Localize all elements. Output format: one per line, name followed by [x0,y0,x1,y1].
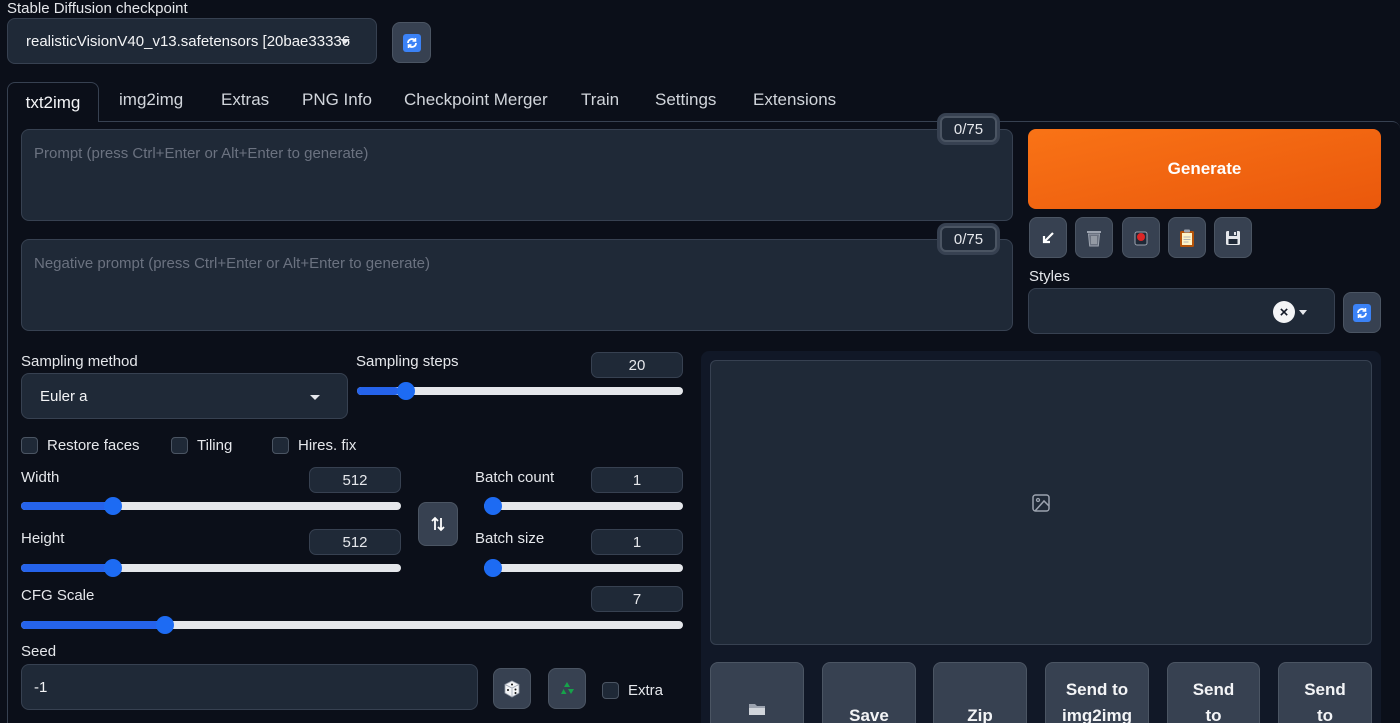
slider-fill [21,564,109,572]
clear-prompt-button[interactable] [1075,217,1113,258]
seed-label: Seed [21,643,57,660]
tab-extras[interactable]: Extras [221,90,269,110]
clipboard-icon [1180,229,1194,247]
checkpoint-refresh-button[interactable] [392,22,431,63]
slider-thumb[interactable] [397,382,416,400]
show-extra-networks-button[interactable] [1122,217,1160,258]
batch-size-label: Batch size [475,530,545,547]
random-seed-button[interactable] [493,668,531,709]
tab-settings[interactable]: Settings [655,90,716,110]
hires-fix-label: Hires. fix [298,437,357,454]
slider-fill [21,621,161,629]
open-folder-button[interactable] [710,662,804,723]
send-to-extras-button[interactable]: Send to [1278,662,1372,723]
height-label: Height [21,530,65,547]
batch-count-label: Batch count [475,469,555,486]
apply-styles-button[interactable] [1168,217,1206,258]
prompt-token-counter: 0/75 [940,116,997,142]
extra-seed-label: Extra [628,682,664,699]
restore-faces-label: Restore faces [47,437,140,454]
tab-txt2img[interactable]: txt2img [7,82,99,122]
dice-icon [504,680,520,697]
styles-refresh-button[interactable] [1343,292,1381,333]
slider-fill [357,387,400,395]
seed-input[interactable]: -1 [21,664,478,710]
tab-png-info[interactable]: PNG Info [302,90,372,110]
tab-extensions[interactable]: Extensions [753,90,836,110]
prompt-placeholder: Prompt (press Ctrl+Enter or Alt+Enter to… [34,145,369,162]
send-to-inpaint-button[interactable]: Send to [1167,662,1260,723]
seed-value: -1 [34,678,48,696]
chevron-down-icon [310,395,320,400]
tiling-label: Tiling [197,437,233,454]
zip-button[interactable]: Zip [933,662,1027,723]
sampling-steps-input[interactable]: 20 [591,352,683,378]
batch-size-slider[interactable] [484,559,683,577]
styles-dropdown[interactable]: × [1028,288,1335,334]
cfg-scale-slider[interactable] [21,616,683,634]
read-params-button[interactable] [1029,217,1067,258]
image-placeholder-icon [1032,493,1050,512]
cfg-scale-input[interactable]: 7 [591,586,683,612]
tiling-checkbox[interactable] [171,437,188,454]
batch-size-input[interactable]: 1 [591,529,683,555]
checkpoint-label: Stable Diffusion checkpoint [7,0,188,17]
reuse-seed-button[interactable] [548,668,586,709]
width-input[interactable]: 512 [309,467,401,493]
floppy-disk-icon [1226,230,1240,245]
restore-faces-checkbox[interactable] [21,437,38,454]
styles-label: Styles [1029,268,1070,285]
sampling-method-value: Euler a [40,387,88,405]
sampling-method-dropdown[interactable]: Euler a [21,373,348,419]
checkpoint-dropdown[interactable]: realisticVisionV40_v13.safetensors [20ba… [7,18,377,64]
checkpoint-value: realisticVisionV40_v13.safetensors [20ba… [26,32,351,50]
sampling-method-label: Sampling method [21,353,138,370]
recycle-icon [561,681,574,694]
extra-seed-checkbox[interactable] [602,682,619,699]
arrow-down-left-icon [1042,231,1054,243]
tab-img2img[interactable]: img2img [119,90,183,110]
trash-icon [1087,230,1101,246]
save-button[interactable]: Save [822,662,916,723]
generate-button[interactable]: Generate [1028,129,1381,209]
batch-count-slider[interactable] [484,497,683,515]
swap-dimensions-button[interactable] [418,502,458,546]
cfg-scale-label: CFG Scale [21,587,95,604]
slider-thumb[interactable] [484,497,502,515]
swap-arrows-icon [431,516,445,532]
height-slider[interactable] [21,559,401,577]
tab-checkpoint-merger[interactable]: Checkpoint Merger [404,90,548,110]
clear-icon[interactable]: × [1273,301,1295,323]
slider-thumb[interactable] [484,559,502,577]
save-style-button[interactable] [1214,217,1252,258]
hires-fix-checkbox[interactable] [272,437,289,454]
refresh-icon [402,33,421,52]
chevron-down-icon [340,39,350,44]
negative-prompt-placeholder: Negative prompt (press Ctrl+Enter or Alt… [34,255,431,272]
width-slider[interactable] [21,497,401,515]
height-input[interactable]: 512 [309,529,401,555]
batch-count-input[interactable]: 1 [591,467,683,493]
negative-prompt-token-counter: 0/75 [940,226,997,252]
sampling-steps-label: Sampling steps [356,353,459,370]
tab-train[interactable]: Train [581,90,619,110]
prompt-input[interactable]: Prompt (press Ctrl+Enter or Alt+Enter to… [21,129,1013,221]
sampling-steps-slider[interactable] [357,382,683,400]
negative-prompt-input[interactable]: Negative prompt (press Ctrl+Enter or Alt… [21,239,1013,331]
refresh-icon [1353,303,1371,322]
chevron-down-icon [1299,310,1307,315]
folder-icon [749,704,765,715]
slider-fill [21,502,109,510]
width-label: Width [21,469,60,486]
red-button-icon [1134,231,1148,245]
output-image-area[interactable] [710,360,1372,645]
send-to-img2img-button[interactable]: Send to img2img [1045,662,1149,723]
